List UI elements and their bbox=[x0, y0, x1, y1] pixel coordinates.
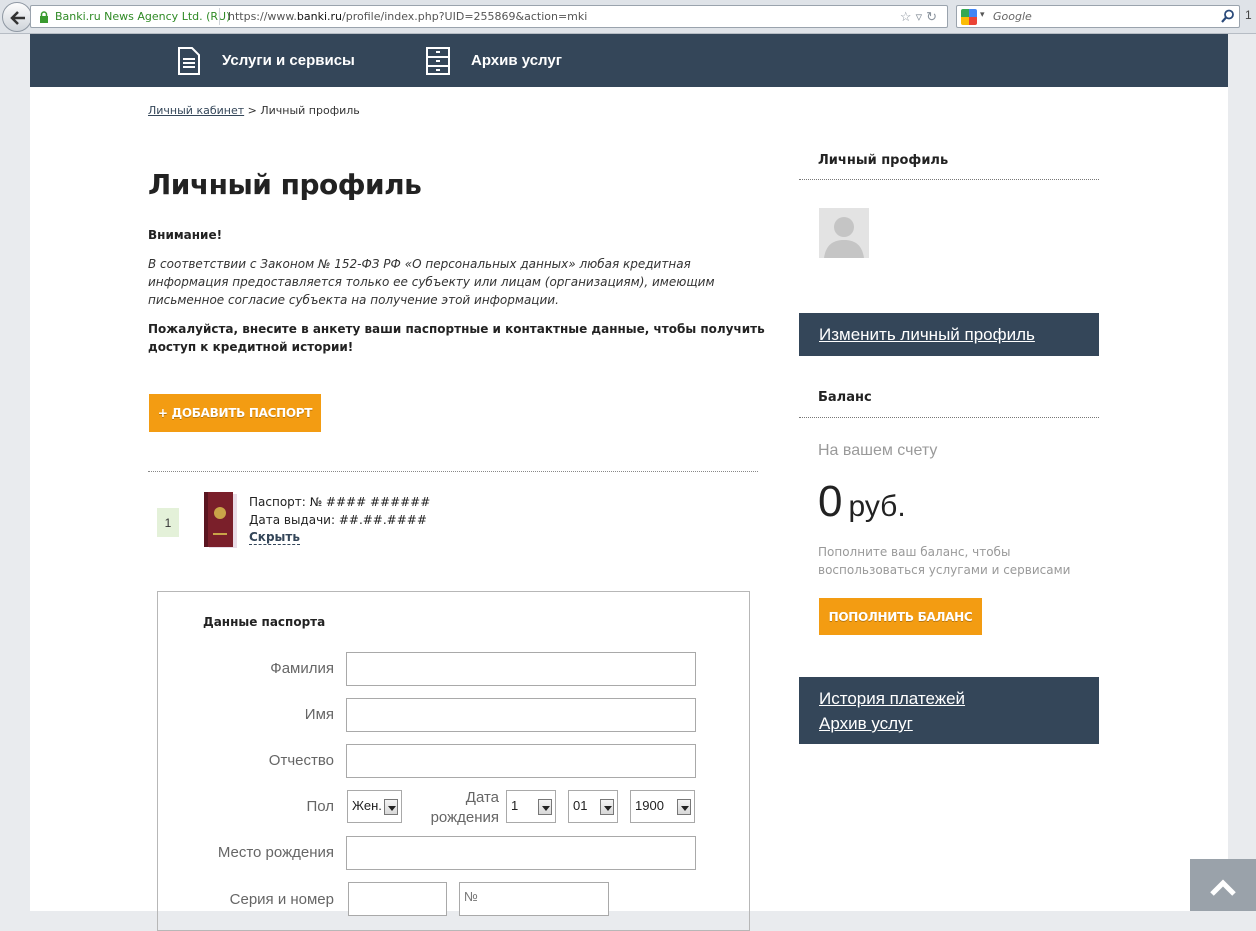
passport-number: Паспорт: № #### ###### bbox=[249, 495, 431, 509]
birth-month-value: 01 bbox=[573, 798, 588, 813]
breadcrumb-link-cabinet[interactable]: Личный кабинет bbox=[148, 104, 244, 117]
passport-issue-date: Дата выдачи: ##.##.#### bbox=[249, 513, 427, 527]
instruction-text: Пожалуйста, внесите в анкету ваши паспор… bbox=[148, 322, 765, 354]
google-icon[interactable] bbox=[961, 9, 977, 25]
passport-index-badge: 1 bbox=[157, 508, 179, 537]
balance-hint: Пополните ваш баланс, чтобы воспользоват… bbox=[818, 545, 1071, 577]
chevron-down-icon[interactable]: ▾ bbox=[980, 9, 985, 20]
user-silhouette-icon bbox=[824, 217, 864, 258]
page: Услуги и сервисы Архив услуг Личный каби… bbox=[30, 34, 1228, 931]
dropdown-arrow-icon[interactable]: ▿ bbox=[916, 9, 927, 24]
chevron-down-icon[interactable] bbox=[384, 799, 398, 815]
toolbar-overflow: 1 bbox=[1245, 8, 1252, 22]
back-arrow-icon bbox=[10, 11, 25, 25]
birth-date-label: Дата рождения bbox=[430, 789, 499, 826]
breadcrumb: Личный кабинет > Личный профиль bbox=[148, 104, 360, 117]
browser-toolbar: Banki.ru News Agency Ltd. (RU) https://w… bbox=[0, 0, 1256, 34]
url-bar-icons[interactable]: ☆▿↻ bbox=[900, 9, 941, 25]
chevron-up-icon bbox=[1210, 879, 1236, 896]
search-bar[interactable]: ▾ Google bbox=[956, 5, 1240, 28]
back-button[interactable] bbox=[2, 2, 32, 32]
patronymic-label: Отчество bbox=[268, 752, 334, 769]
birth-year-value: 1900 bbox=[635, 798, 664, 813]
lock-icon bbox=[40, 11, 48, 23]
edit-profile-panel: Изменить личный профиль bbox=[799, 313, 1099, 356]
bookmark-star-icon[interactable]: ☆ bbox=[900, 9, 916, 24]
birth-day-value: 1 bbox=[511, 798, 519, 813]
avatar bbox=[819, 208, 869, 258]
divider bbox=[148, 471, 758, 472]
search-placeholder[interactable]: Google bbox=[993, 10, 1032, 23]
scroll-to-top-button[interactable] bbox=[1190, 859, 1256, 911]
nav-archive[interactable]: Архив услуг bbox=[425, 34, 562, 87]
birth-day-select[interactable]: 1 bbox=[506, 790, 556, 823]
reload-icon[interactable]: ↻ bbox=[926, 9, 941, 24]
balance-label: На вашем счету bbox=[818, 442, 938, 459]
series-number-label: Серия и номер bbox=[229, 891, 334, 908]
nav-services-label[interactable]: Услуги и сервисы bbox=[222, 52, 355, 69]
add-passport-button[interactable]: + ДОБАВИТЬ ПАСПОРТ bbox=[149, 394, 321, 432]
first-name-field[interactable] bbox=[346, 698, 696, 732]
sidebar-profile-heading: Личный профиль bbox=[818, 153, 949, 168]
document-icon bbox=[178, 46, 200, 75]
top-navigation: Услуги и сервисы Архив услуг bbox=[30, 34, 1228, 87]
gender-select[interactable]: Жен. bbox=[347, 790, 402, 823]
links-panel: История платежей Архив услуг bbox=[799, 677, 1099, 744]
passport-icon bbox=[204, 492, 237, 548]
payment-history-link[interactable]: История платежей bbox=[819, 689, 965, 709]
gender-label: Пол bbox=[306, 798, 334, 815]
cabinet-icon bbox=[426, 46, 450, 75]
balance-currency: руб. bbox=[848, 490, 906, 523]
chevron-down-icon[interactable] bbox=[538, 799, 552, 815]
services-archive-link[interactable]: Архив услуг bbox=[819, 714, 913, 734]
url-text[interactable]: https://www.banki.ru/profile/index.php?U… bbox=[228, 10, 587, 23]
nav-archive-label[interactable]: Архив услуг bbox=[471, 52, 562, 69]
breadcrumb-current: Личный профиль bbox=[260, 104, 360, 117]
chevron-down-icon[interactable] bbox=[600, 799, 614, 815]
site-identity[interactable]: Banki.ru News Agency Ltd. (RU) bbox=[55, 10, 230, 23]
divider bbox=[799, 417, 1099, 418]
address-bar[interactable]: Banki.ru News Agency Ltd. (RU) https://w… bbox=[30, 5, 948, 28]
birth-month-select[interactable]: 01 bbox=[568, 790, 618, 823]
nav-services[interactable]: Услуги и сервисы bbox=[176, 34, 355, 87]
sidebar-balance-heading: Баланс bbox=[818, 390, 872, 405]
page-title: Личный профиль bbox=[148, 168, 422, 201]
passport-form-title: Данные паспорта bbox=[203, 615, 326, 629]
chevron-down-icon[interactable] bbox=[677, 799, 691, 815]
top-up-balance-button[interactable]: ПОПОЛНИТЬ БАЛАНС bbox=[819, 598, 982, 635]
last-name-label: Фамилия bbox=[270, 660, 334, 677]
law-notice: В соответствии с Законом № 152-ФЗ РФ «О … bbox=[148, 257, 715, 307]
gender-value: Жен. bbox=[352, 798, 382, 813]
birth-place-label: Место рождения bbox=[217, 844, 334, 861]
balance-value: 0 bbox=[818, 477, 843, 526]
passport-number-placeholder: № bbox=[464, 889, 478, 904]
edit-profile-link[interactable]: Изменить личный профиль bbox=[819, 325, 1035, 345]
birth-year-select[interactable]: 1900 bbox=[630, 790, 695, 823]
url-divider bbox=[219, 8, 220, 25]
first-name-label: Имя bbox=[304, 706, 334, 723]
divider bbox=[799, 179, 1099, 180]
patronymic-field[interactable] bbox=[346, 744, 696, 778]
last-name-field[interactable] bbox=[346, 652, 696, 686]
search-icon[interactable] bbox=[1221, 9, 1235, 24]
hide-passport-link[interactable]: Скрыть bbox=[249, 530, 300, 545]
birth-place-field[interactable] bbox=[346, 836, 696, 870]
balance-amount: 0 руб. bbox=[818, 477, 906, 527]
attention-heading: Внимание! bbox=[148, 228, 223, 242]
